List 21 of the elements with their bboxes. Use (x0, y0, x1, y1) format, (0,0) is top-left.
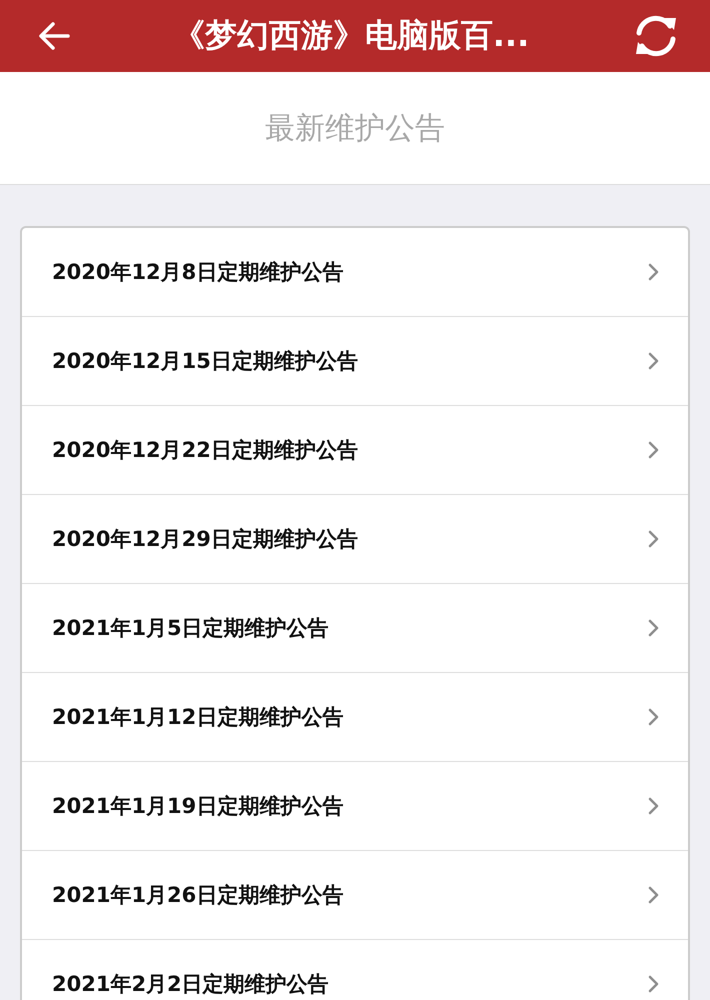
chevron-right-icon (648, 263, 660, 281)
chevron-right-icon (648, 797, 660, 815)
notice-item[interactable]: 2021年1月5日定期维护公告 (22, 584, 688, 673)
section-title: 最新维护公告 (265, 110, 445, 148)
page-title: 《梦幻西游》电脑版百... (172, 15, 530, 56)
chevron-right-icon (648, 886, 660, 904)
chevron-right-icon (648, 975, 660, 993)
notice-item[interactable]: 2021年1月26日定期维护公告 (22, 851, 688, 940)
notice-item[interactable]: 2021年1月12日定期维护公告 (22, 673, 688, 762)
notice-item[interactable]: 2020年12月8日定期维护公告 (22, 228, 688, 317)
notice-item[interactable]: 2020年12月22日定期维护公告 (22, 406, 688, 495)
chevron-right-icon (648, 530, 660, 548)
notice-item[interactable]: 2020年12月29日定期维护公告 (22, 495, 688, 584)
notice-item[interactable]: 2020年12月15日定期维护公告 (22, 317, 688, 406)
chevron-right-icon (648, 441, 660, 459)
notice-item[interactable]: 2021年2月2日定期维护公告 (22, 940, 688, 1000)
chevron-right-icon (648, 708, 660, 726)
chevron-right-icon (648, 352, 660, 370)
notice-item[interactable]: 2021年1月19日定期维护公告 (22, 762, 688, 851)
chevron-right-icon (648, 619, 660, 637)
back-arrow-icon[interactable] (38, 22, 70, 50)
